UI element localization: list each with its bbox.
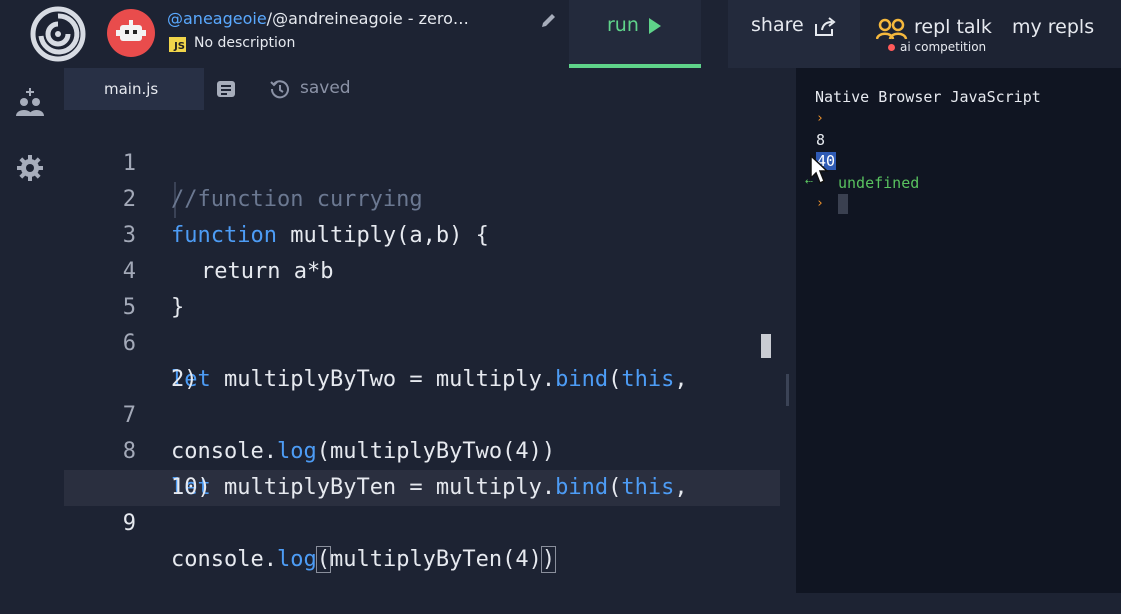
repl-talk-link[interactable]: repl talk [914, 16, 992, 38]
add-user-icon[interactable] [14, 88, 46, 118]
code-line[interactable]: 2 function multiply(a,b) { [64, 146, 780, 248]
repl-talk-icon[interactable] [876, 18, 908, 40]
code-line-wrap[interactable]: 2) [64, 326, 780, 392]
file-tab-label: main.js [104, 80, 159, 98]
notes-icon[interactable] [216, 80, 236, 98]
top-header: @aneageoie/@andreineagoie - zero… JS No … [0, 0, 1121, 68]
console-panel[interactable]: Native Browser JavaScript › 8 40 ⇠ undef… [796, 68, 1121, 593]
repl-owner[interactable]: @aneageoie [167, 9, 267, 28]
code-line[interactable]: 8 let multiplyByTen = multiply.bind(this… [64, 398, 780, 500]
avatar[interactable] [107, 9, 155, 57]
share-icon [815, 17, 836, 36]
matching-bracket: ( [315, 546, 331, 573]
code-line[interactable]: 4 } [64, 218, 780, 320]
console-title: Native Browser JavaScript [815, 88, 1041, 106]
code-line[interactable]: 5 [64, 254, 780, 320]
history-icon[interactable] [270, 79, 290, 99]
repl-title[interactable]: @aneageoie/@andreineagoie - zero… [167, 9, 469, 28]
matching-bracket: ) [540, 546, 557, 573]
tab-main-js[interactable]: main.js [64, 68, 204, 110]
code-line[interactable]: 3 return a*b [64, 182, 780, 284]
repl-description[interactable]: No description [194, 35, 295, 51]
code-line[interactable]: 1 //function currying [64, 110, 780, 212]
code-line-wrap[interactable]: 10) [64, 434, 780, 500]
run-label: run [607, 14, 639, 36]
language-badge: JS [169, 37, 186, 52]
console-prompt-icon: › [816, 111, 824, 126]
console-result: undefined [838, 174, 920, 192]
code-line-active[interactable]: 9 console.log(multiplyByTen(4)) [64, 470, 780, 573]
editor-tab-bar: main.js saved [62, 68, 780, 110]
repl-talk-subtitle[interactable]: ai competition [900, 40, 986, 54]
console-input-cursor[interactable] [838, 194, 848, 214]
mouse-pointer-icon [810, 154, 829, 185]
code-line[interactable]: 6 let multiplyByTwo = multiply.bind(this… [64, 290, 780, 392]
code-editor[interactable]: 1 //function currying 2 function multipl… [64, 110, 780, 593]
play-icon [649, 18, 661, 34]
replit-logo-icon[interactable] [30, 6, 86, 62]
editor-scrollbar[interactable] [761, 334, 771, 358]
my-repls-link[interactable]: my repls [1012, 16, 1094, 38]
share-label: share [751, 14, 804, 36]
line-number: 9 [122, 511, 136, 536]
left-sidebar [0, 68, 62, 593]
code-line[interactable]: 7 console.log(multiplyByTwo(4)) [64, 362, 780, 464]
pencil-icon[interactable] [540, 11, 558, 29]
console-output: 8 [816, 131, 826, 149]
share-button[interactable]: share [728, 0, 860, 68]
repl-name[interactable]: @andreineagoie - zero… [272, 9, 469, 28]
console-prompt-icon: › [816, 196, 824, 211]
save-status: saved [300, 78, 351, 98]
run-button[interactable]: run [569, 0, 701, 68]
pane-resize-handle[interactable] [786, 374, 789, 406]
code-text: console.log(multiplyByTen(4)) [171, 546, 557, 573]
gear-icon[interactable] [16, 154, 44, 182]
live-dot-icon [888, 44, 895, 51]
avatar-robot-icon [116, 20, 146, 41]
